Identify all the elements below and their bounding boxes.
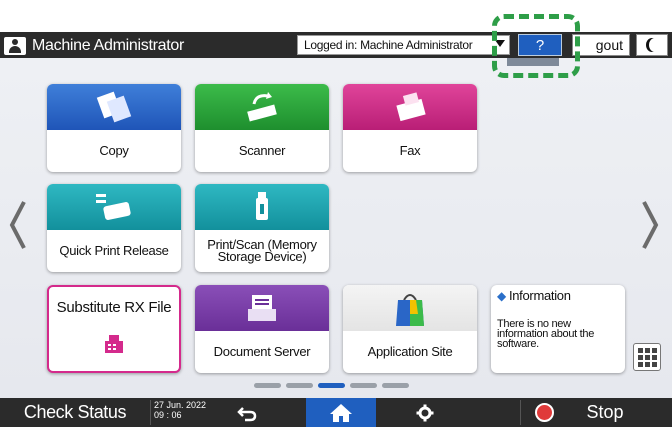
admin-title-label: Machine Administrator: [32, 37, 184, 54]
grid-icon: [637, 347, 643, 353]
logout-button[interactable]: gout: [572, 34, 630, 56]
help-highlight-frame: [492, 14, 580, 78]
substitute-rx-file-tile-label: Substitute RX File: [56, 299, 172, 316]
document-server-tile-label: Document Server: [213, 344, 311, 359]
information-icon: ◆: [497, 288, 506, 303]
admin-title: Machine Administrator: [4, 36, 184, 56]
print-scan-memory-storage-app-tile[interactable]: Print/Scan (Memory Storage Device): [195, 184, 329, 272]
information-title: Information: [508, 288, 571, 303]
check-status-label: Check Status: [23, 402, 127, 422]
stop-icon[interactable]: [535, 403, 554, 422]
page-dot[interactable]: [286, 383, 313, 388]
print-scan-tile-label: Print/Scan (Memory Storage Device): [207, 237, 317, 264]
quick-print-release-app-tile[interactable]: Quick Print Release: [47, 184, 181, 272]
fax-icon: [396, 92, 426, 122]
scanner-tile-label: Scanner: [238, 143, 286, 158]
time-text: 09 : 06: [154, 410, 182, 420]
copy-tile-label: Copy: [99, 143, 129, 158]
stop-button[interactable]: Stop: [575, 398, 635, 427]
document-server-icon: [248, 295, 276, 321]
information-widget-header: ◆ Information: [497, 288, 571, 303]
page-dot-active[interactable]: [318, 383, 345, 388]
printer-icon: [96, 194, 131, 220]
logout-label: gout: [595, 37, 623, 53]
back-arrow-icon: [237, 406, 257, 421]
stop-label: Stop: [586, 402, 624, 422]
quick-print-release-tile-label: Quick Print Release: [59, 243, 169, 258]
copy-app-tile[interactable]: Copy: [47, 84, 181, 172]
login-status-dropdown[interactable]: Logged in: Machine Administrator: [297, 35, 510, 55]
divider: [150, 400, 151, 425]
check-status-button[interactable]: Check Status: [0, 398, 150, 427]
information-widget[interactable]: ◆ Information There is no new informatio…: [491, 285, 625, 373]
fax-tile-label: Fax: [399, 143, 421, 158]
divider: [520, 400, 521, 425]
page-dot[interactable]: [382, 383, 409, 388]
next-page-button[interactable]: [640, 200, 660, 250]
print-scan-tile-banner: [195, 184, 329, 230]
document-server-tile-banner: [195, 285, 329, 331]
chevron-left-icon: [9, 201, 26, 249]
settings-button[interactable]: [410, 400, 440, 425]
usb-icon: [256, 192, 268, 220]
scanner-tile-banner: [195, 84, 329, 130]
fax-tile-banner: [343, 84, 477, 130]
page-indicator: [254, 383, 409, 388]
date-time-display: 27 Jun. 2022 09 : 06: [154, 400, 206, 420]
fax-app-tile[interactable]: Fax: [343, 84, 477, 172]
copy-tile-banner: [47, 84, 181, 130]
moon-icon: [649, 38, 661, 52]
quick-print-release-tile-banner: [47, 184, 181, 230]
page-dot[interactable]: [350, 383, 377, 388]
shopping-bag-icon: [396, 294, 424, 326]
chevron-right-icon: [642, 201, 659, 249]
gear-icon: [416, 404, 434, 421]
fax-icon: [103, 333, 125, 361]
application-site-tile-label: Application Site: [367, 344, 453, 359]
help-highlight-shadow: [507, 58, 559, 66]
scanner-icon: [247, 92, 277, 122]
login-status-text: Logged in: Machine Administrator: [304, 38, 473, 52]
previous-page-button[interactable]: [8, 200, 28, 250]
document-server-app-tile[interactable]: Document Server: [195, 285, 329, 373]
copy-icon: [96, 91, 132, 123]
substitute-rx-file-app-tile[interactable]: Substitute RX File: [47, 285, 181, 373]
energy-saver-button[interactable]: [636, 34, 668, 56]
application-site-tile-banner: [343, 285, 477, 331]
user-icon: [4, 37, 26, 55]
page-dot[interactable]: [254, 383, 281, 388]
date-text: 27 Jun. 2022: [154, 400, 207, 410]
home-button[interactable]: [306, 398, 376, 427]
back-button[interactable]: [232, 400, 262, 425]
information-message: There is no new information about the so…: [497, 318, 595, 350]
scanner-app-tile[interactable]: Scanner: [195, 84, 329, 172]
application-site-app-tile[interactable]: Application Site: [343, 285, 477, 373]
home-icon: [330, 403, 352, 422]
app-list-button[interactable]: [633, 343, 661, 371]
